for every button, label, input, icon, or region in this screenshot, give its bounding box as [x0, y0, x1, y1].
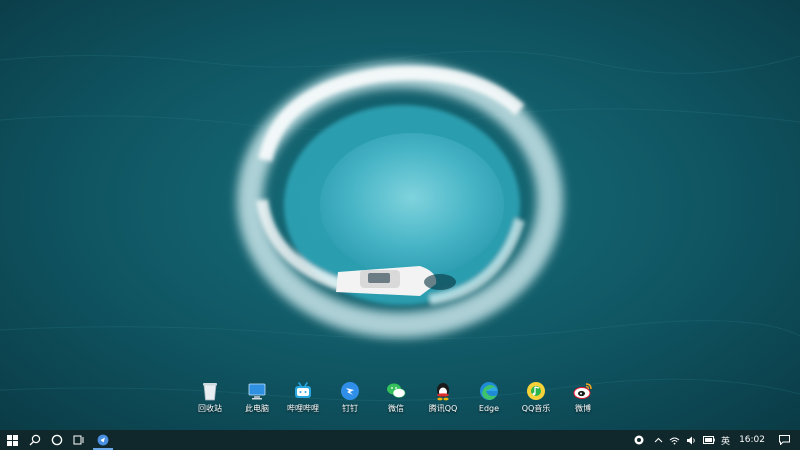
- cortana-icon: [51, 434, 63, 446]
- network-button[interactable]: [666, 430, 683, 450]
- desktop-icon-label: 腾讯QQ: [428, 404, 458, 413]
- windows-start-icon: [6, 434, 18, 446]
- desktop-icon-recycle-bin[interactable]: 回收站: [183, 380, 237, 416]
- tray-app-button[interactable]: [631, 430, 647, 450]
- system-tray: 英 16:02: [631, 430, 800, 450]
- desktop-icon-label: 哔哩哔哩: [287, 404, 319, 413]
- edge-icon: [480, 382, 498, 400]
- desktop-icon-label: 钉钉: [342, 404, 358, 413]
- search-icon: [29, 434, 41, 446]
- wifi-icon: [669, 437, 680, 444]
- start-button[interactable]: [0, 430, 24, 450]
- notification-icon: [779, 435, 790, 445]
- cortana-button[interactable]: [46, 430, 68, 450]
- desktop-icon-label: QQ音乐: [521, 404, 551, 413]
- desktop-icon-label: 回收站: [198, 404, 222, 413]
- desktop-icon-weibo[interactable]: 微博: [556, 380, 610, 416]
- show-hidden-icons-button[interactable]: [651, 430, 666, 450]
- task-view-icon: [73, 435, 84, 445]
- desktop-icon-label: 此电脑: [245, 404, 269, 413]
- desktop-icon-qq-music[interactable]: QQ音乐: [509, 380, 563, 416]
- qq-music-icon: [527, 382, 545, 400]
- volume-button[interactable]: [683, 430, 700, 450]
- battery-button[interactable]: [700, 430, 718, 450]
- volume-icon: [687, 436, 695, 444]
- taskbar-pinned-app[interactable]: [90, 430, 116, 450]
- desktop-icon-edge[interactable]: Edge: [462, 380, 516, 416]
- battery-icon: [703, 436, 715, 444]
- dingtalk-icon: [341, 382, 359, 400]
- task-view-button[interactable]: [68, 430, 90, 450]
- bilibili-icon: [295, 382, 311, 398]
- tray-app-icon: [634, 435, 644, 445]
- desktop-icon-wechat[interactable]: 微信: [369, 380, 423, 416]
- taskbar: 英 16:02: [0, 430, 800, 450]
- desktop-icon-label: Edge: [478, 404, 500, 413]
- wechat-icon: [387, 383, 406, 398]
- desktop-icon-bilibili[interactable]: 哔哩哔哩: [276, 380, 330, 416]
- recycle-bin-icon: [203, 383, 217, 401]
- desktop-icon-label: 微博: [575, 404, 591, 413]
- search-button[interactable]: [24, 430, 46, 450]
- desktop-icon-label: 微信: [388, 404, 404, 413]
- qq-icon: [437, 383, 449, 401]
- input-method-indicator[interactable]: 英: [718, 430, 733, 450]
- clock[interactable]: 16:02: [733, 430, 775, 450]
- chevron-up-icon: [654, 437, 663, 443]
- app-icon: [97, 434, 109, 446]
- notification-center-button[interactable]: [775, 430, 800, 450]
- weibo-icon: [573, 383, 592, 399]
- computer-icon: [248, 383, 266, 400]
